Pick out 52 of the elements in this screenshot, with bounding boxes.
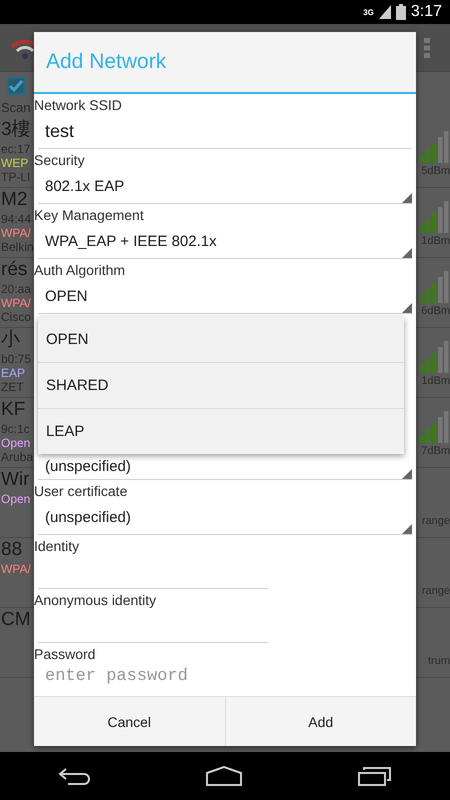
security-text: WEP (1, 156, 30, 170)
field-label: Auth Algorithm (34, 261, 126, 279)
network-name: CM (1, 608, 32, 632)
signal-bars-icon (420, 199, 450, 233)
signal-bars-icon (420, 129, 450, 163)
recents-icon[interactable] (358, 766, 392, 786)
network-name: KF (1, 398, 26, 422)
field-label: Password (34, 645, 96, 663)
dialog-title: Add Network (46, 50, 166, 74)
security-text: Open (1, 492, 32, 506)
network-name: M2 (1, 188, 28, 212)
home-icon[interactable] (206, 766, 242, 786)
cell-signal-icon (378, 5, 391, 19)
dropdown-field[interactable]: OPEN (38, 279, 412, 314)
dropdown-triangle-icon (402, 303, 412, 313)
network-type: 3G (363, 8, 374, 16)
network-name: rés (1, 258, 28, 282)
field-label: Security (34, 151, 86, 169)
clock: 3:17 (410, 3, 442, 21)
overflow-menu-icon[interactable] (424, 38, 430, 58)
back-icon[interactable] (58, 767, 90, 785)
menu-item[interactable]: SHARED (38, 363, 404, 409)
dropdown-field[interactable]: (unspecified) (38, 500, 412, 535)
security-text: WPA/ (1, 296, 32, 310)
dropdown-field[interactable]: WPA_EAP + IEEE 802.1x (38, 224, 412, 259)
network-name: Wir (1, 468, 30, 492)
dropdown-field[interactable]: 802.1x EAP (38, 169, 412, 204)
network-name: 88 (1, 538, 24, 562)
network-name: 3樓 (1, 118, 32, 142)
field-label: Identity (34, 537, 80, 555)
field-label: Anonymous identity (34, 591, 158, 609)
dropdown-triangle-icon (402, 248, 412, 258)
dropdown-triangle-icon (402, 193, 412, 203)
signal-bars-icon (420, 409, 450, 443)
menu-item[interactable]: OPEN (38, 317, 404, 363)
menu-item[interactable]: LEAP (38, 409, 404, 454)
field-label: User certificate (34, 482, 128, 500)
signal-bars-icon (420, 269, 450, 303)
field-label: Key Management (34, 206, 145, 224)
checkbox[interactable] (7, 77, 25, 95)
dropdown-triangle-icon (402, 469, 412, 479)
security-text: WPA/ (1, 226, 32, 240)
dropdown-field[interactable]: (unspecified) (38, 454, 412, 480)
security-text: WPA/ (1, 562, 32, 576)
dropdown-triangle-icon (402, 524, 412, 534)
input-field[interactable]: test (38, 114, 412, 149)
security-text: EAP (1, 366, 26, 380)
field-label: Network SSID (34, 96, 123, 114)
signal-bars-icon (420, 339, 450, 373)
battery-icon (396, 4, 406, 20)
network-name: 小 (1, 328, 21, 352)
security-text: Open (1, 436, 32, 450)
